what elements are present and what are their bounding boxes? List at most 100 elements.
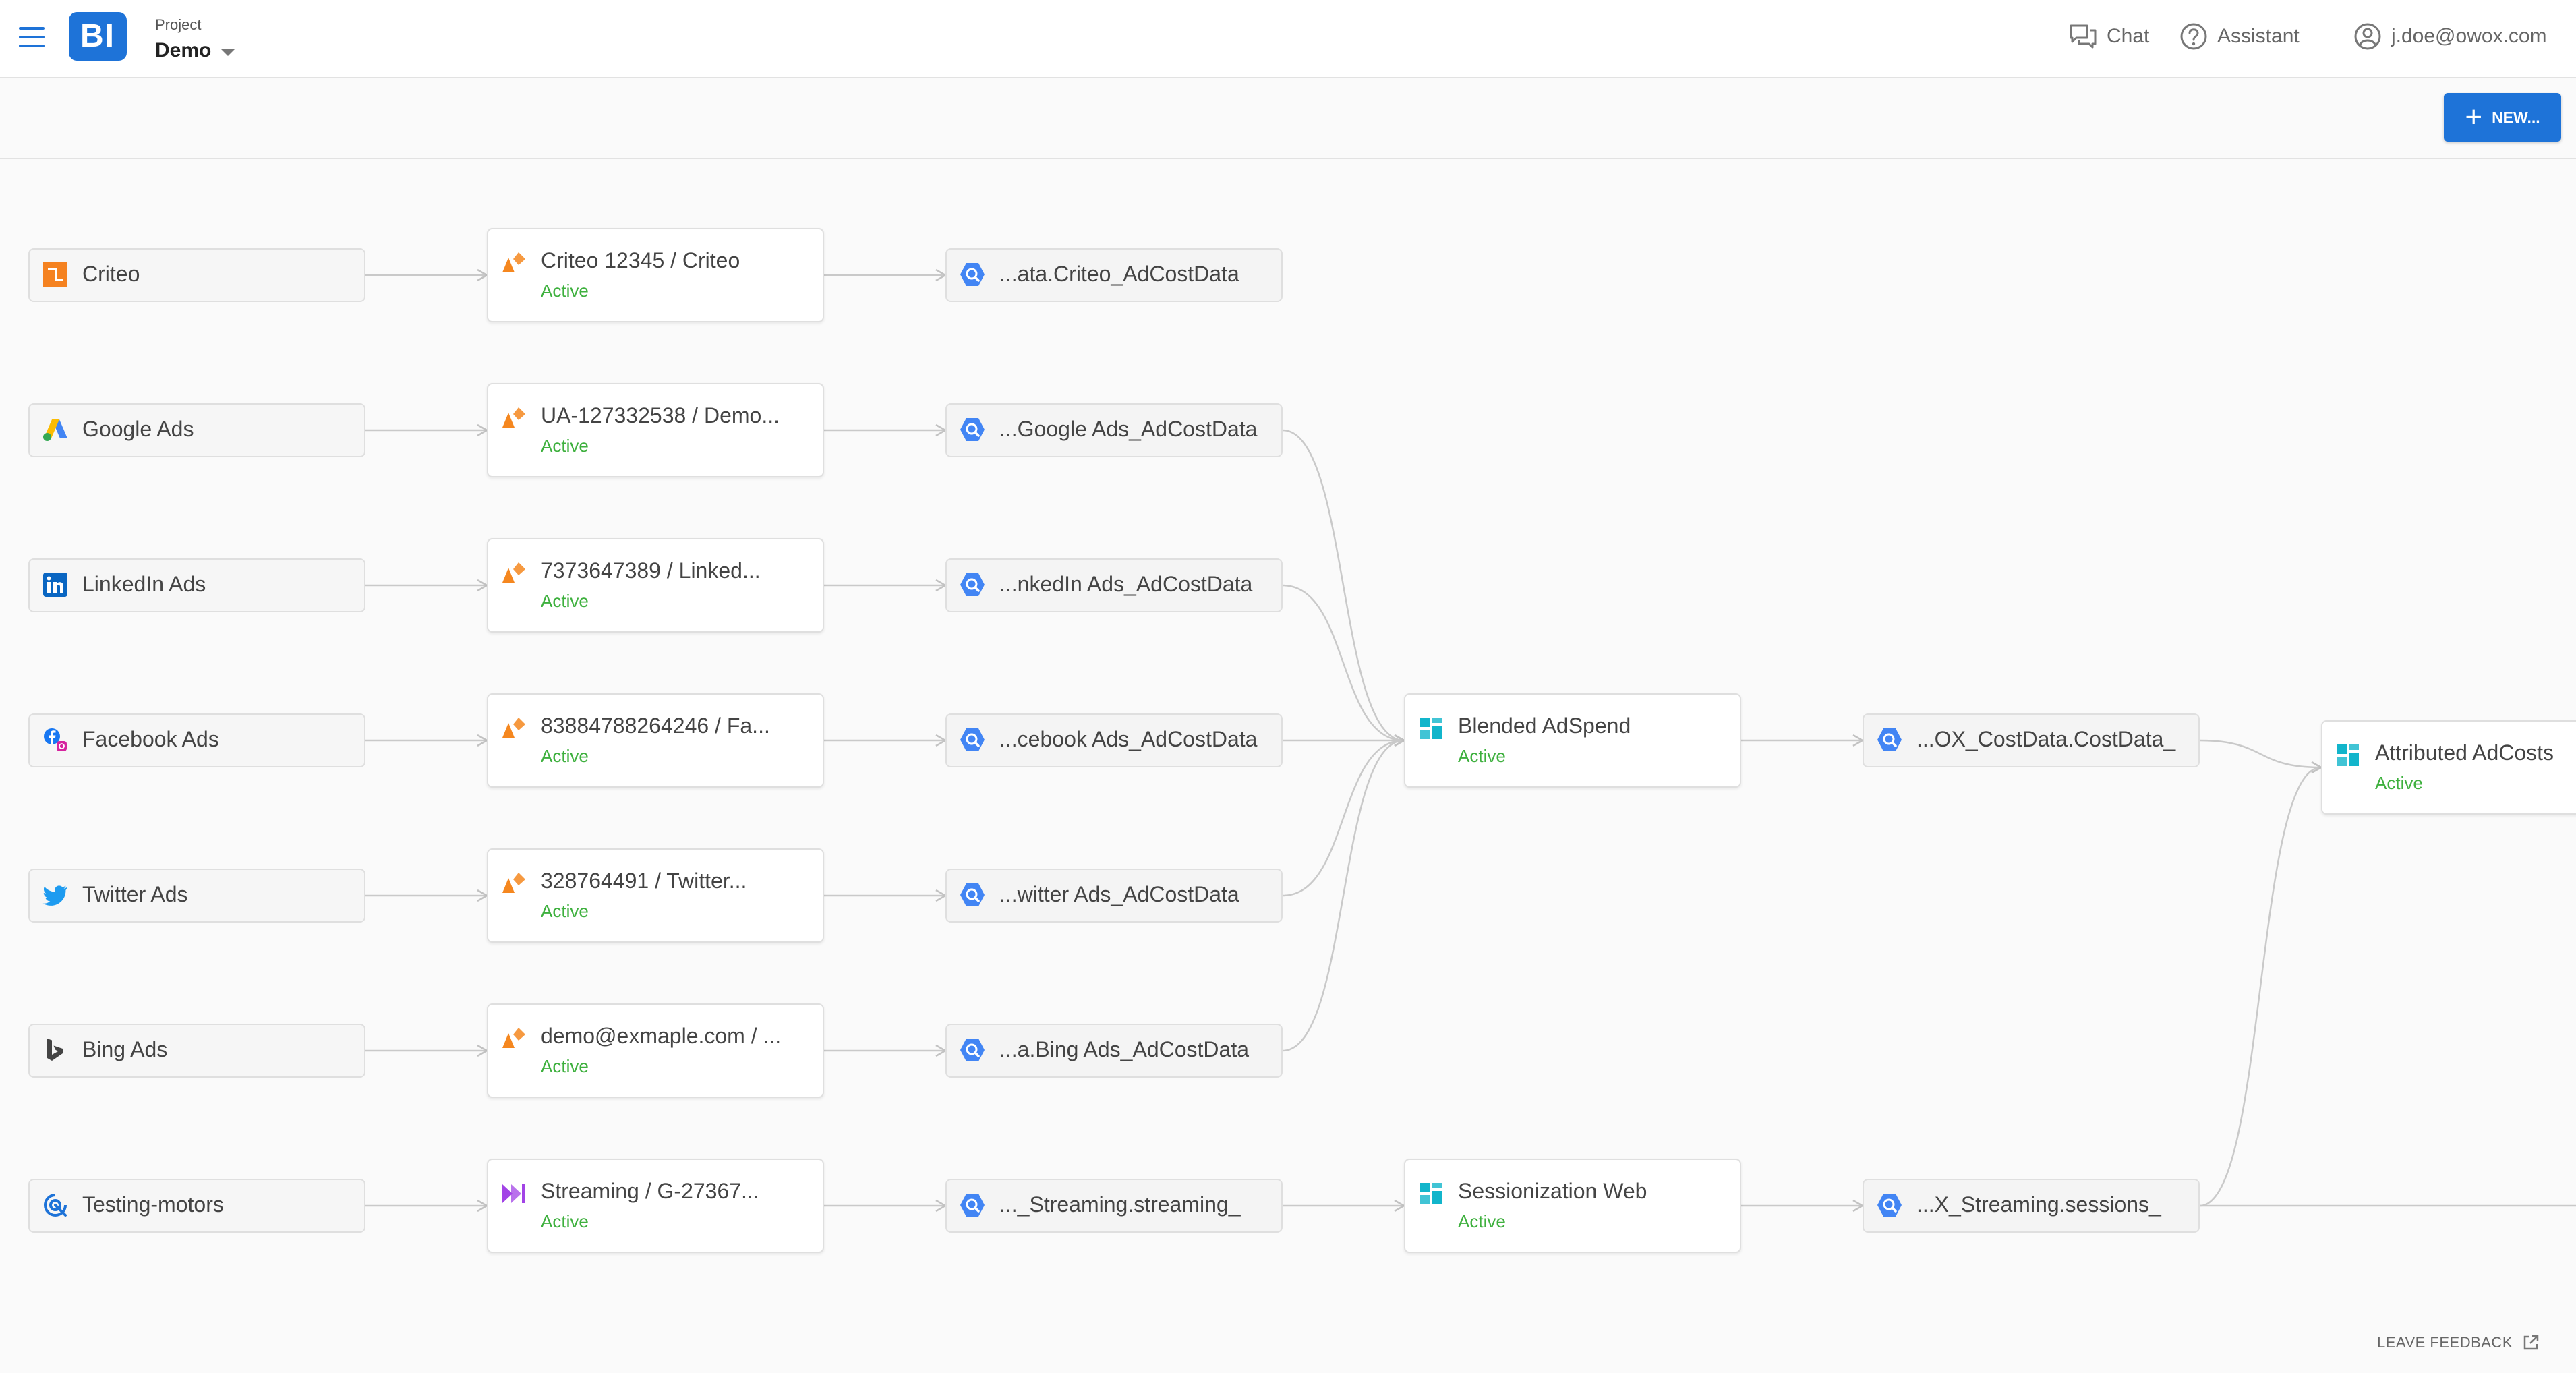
leave-feedback-link[interactable]: LEAVE FEEDBACK [2377,1334,2540,1351]
facebook-icon [42,726,69,753]
source-node[interactable]: Facebook Ads [28,713,365,767]
status-label: Active [1458,746,1506,766]
node-title: 328764491 / Twitter... [541,869,747,893]
blend-node[interactable]: Sessionization Web Active [1404,1159,1741,1253]
pipeline-graph-canvas[interactable]: Criteo Criteo 12345 / Criteo Active ...ata.… [0,159,2576,1373]
linkedin-icon [42,571,69,598]
chat-icon [2070,24,2097,49]
pipeline-node[interactable]: Criteo 12345 / Criteo Active [487,228,824,322]
assistant-button[interactable]: Assistant [2179,22,2300,51]
blend-icon [1417,715,1444,742]
node-title: Bing Ads [82,1037,168,1061]
chevron-down-icon[interactable] [221,49,235,56]
pipeline-icon [500,405,527,432]
node-title: ...OX_CostData.CostData_ [1916,727,2176,751]
status-label: Active [541,281,589,301]
table-node[interactable]: ...ata.Criteo_AdCostData [945,248,1283,302]
source-node[interactable]: LinkedIn Ads [28,558,365,612]
blend-icon [2335,742,2362,769]
table-node[interactable]: ...a.Bing Ads_AdCostData [945,1024,1283,1078]
streaming-icon [500,1180,527,1207]
node-title: 83884788264246 / Fa... [541,713,770,738]
edge-table-to-blend [1282,739,1405,1052]
pipeline-node[interactable]: 7373647389 / Linked... Active [487,538,824,633]
pipeline-icon [500,560,527,587]
node-title: Blended AdSpend [1458,713,1631,738]
pipeline-node[interactable]: UA-127332538 / Demo... Active [487,383,824,477]
node-title: Criteo [82,262,140,286]
status-label: Active [541,436,589,456]
node-title: 7373647389 / Linked... [541,558,761,583]
pipeline-icon [500,1025,527,1052]
node-title: Streaming / G-27367... [541,1179,759,1203]
output-table-node[interactable]: ...X_Streaming.sessions_ [1863,1179,2200,1233]
pipeline-node[interactable]: 83884788264246 / Fa... Active [487,693,824,788]
node-title: UA-127332538 / Demo... [541,403,780,428]
pipeline-icon [500,870,527,897]
bigquery-icon [959,726,986,753]
pipeline-node[interactable]: 328764491 / Twitter... Active [487,848,824,943]
node-title: LinkedIn Ads [82,572,206,596]
node-title: ...ata.Criteo_AdCostData [999,262,1239,286]
node-title: Twitter Ads [82,882,188,906]
new-button[interactable]: + NEW... [2444,93,2561,142]
bi-logo[interactable]: BI [69,12,127,61]
blend-node[interactable]: Blended AdSpend Active [1404,693,1741,788]
help-circle-icon [2180,23,2207,50]
google-ads-icon [42,416,69,443]
streaming-source-icon [42,1192,69,1219]
node-title: Facebook Ads [82,727,219,751]
status-label: Active [1458,1211,1506,1231]
node-title: ...X_Streaming.sessions_ [1916,1192,2161,1217]
table-node[interactable]: ...cebook Ads_AdCostData [945,713,1283,767]
table-node[interactable]: ...Google Ads_AdCostData [945,403,1283,457]
status-label: Active [541,1056,589,1076]
source-node[interactable]: Testing-motors [28,1179,365,1233]
attribution-node[interactable]: Attributed AdCosts Active [2321,720,2576,815]
blend-icon [1417,1180,1444,1207]
output-table-node[interactable]: ...OX_CostData.CostData_ [1863,713,2200,767]
bigquery-icon [959,881,986,908]
external-link-icon [2523,1335,2539,1350]
user-account-button[interactable]: j.doe@owox.com [2353,22,2547,51]
node-title: demo@exmaple.com / ... [541,1024,782,1048]
source-node[interactable]: Bing Ads [28,1024,365,1078]
criteo-icon [42,261,69,288]
bigquery-icon [959,416,986,443]
node-title: Attributed AdCosts [2375,740,2554,765]
status-label: Active [541,901,589,921]
pipeline-icon [500,250,527,276]
project-label: Project [155,16,202,33]
bigquery-icon [1876,726,1903,753]
toolbar: + NEW... [0,78,2576,159]
edge-table-to-blend [1282,584,1405,742]
edge-to-attribution [2199,739,2322,769]
source-node[interactable]: Google Ads [28,403,365,457]
bigquery-icon [959,1192,986,1219]
feedback-label: LEAVE FEEDBACK [2377,1334,2513,1351]
chat-label: Chat [2107,25,2150,47]
hamburger-menu-icon[interactable] [19,26,45,49]
table-node[interactable]: ...nkedIn Ads_AdCostData [945,558,1283,612]
node-title: Criteo 12345 / Criteo [541,248,740,272]
app-header: BI Project Demo Chat Assistant j.doe@owo… [0,0,2576,78]
twitter-icon [42,881,69,908]
status-label: Active [541,1211,589,1231]
chat-button[interactable]: Chat [2069,22,2149,51]
pipeline-node[interactable]: demo@exmaple.com / ... Active [487,1003,824,1098]
source-node[interactable]: Twitter Ads [28,869,365,923]
node-title: ...nkedIn Ads_AdCostData [999,572,1253,596]
table-node[interactable]: ..._Streaming.streaming_ [945,1179,1283,1233]
status-label: Active [541,746,589,766]
table-node[interactable]: ...witter Ads_AdCostData [945,869,1283,923]
project-selector[interactable]: Demo [155,39,211,62]
pipeline-node[interactable]: Streaming / G-27367... Active [487,1159,824,1253]
node-title: ...Google Ads_AdCostData [999,417,1258,441]
source-node[interactable]: Criteo [28,248,365,302]
node-title: Testing-motors [82,1192,224,1217]
edge-table-to-blend [1282,429,1405,742]
node-title: Sessionization Web [1458,1179,1647,1203]
pipeline-icon [500,715,527,742]
node-title: ..._Streaming.streaming_ [999,1192,1241,1217]
user-email: j.doe@owox.com [2391,25,2547,47]
